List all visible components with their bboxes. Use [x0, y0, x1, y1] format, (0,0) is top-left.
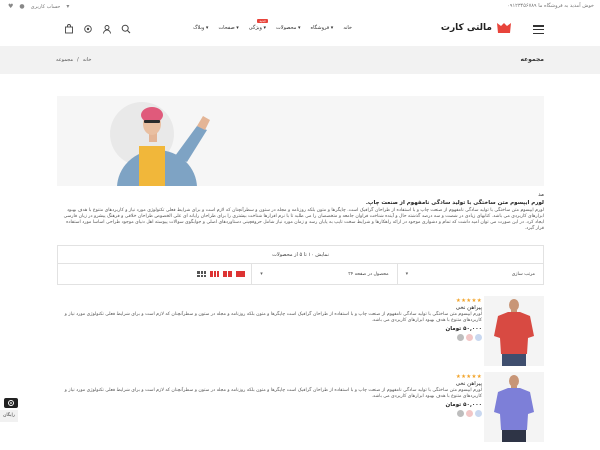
category-banner: [57, 96, 544, 186]
list-view-icon[interactable]: [236, 271, 246, 277]
nav-item-features[interactable]: ویژگی ▾ جدید: [249, 19, 269, 31]
product-price: ۵۰,۰۰۰ تومان: [445, 402, 482, 408]
per-page-value: ۲۴ محصول در صفحه: [348, 272, 389, 277]
settings-icon[interactable]: [83, 24, 93, 34]
logo[interactable]: مالتی کارت: [441, 22, 512, 34]
category-info: مد لورم ایپسوم متن ساختگی با تولید سادگی…: [57, 192, 544, 232]
breadcrumb-bar: مجموعه مجموعه / خانه: [0, 46, 600, 74]
nav-item-shop[interactable]: فروشگاه ▾: [311, 25, 334, 31]
user-icon[interactable]: [102, 24, 112, 34]
account-area: ♥ ● حساب کاربری ▾: [8, 3, 69, 10]
product-toolbar: نمایش ۱۰ تا ۵ از محصولات ۲۴ محصول در صفح…: [57, 245, 544, 285]
breadcrumb-separator: /: [77, 57, 79, 63]
cart-icon[interactable]: [64, 24, 74, 34]
rating-stars: ★★★★★: [455, 374, 482, 380]
color-swatch[interactable]: [475, 334, 482, 341]
product-description: لورم ایپسوم متن ساختگی با تولید سادگی نا…: [64, 312, 482, 323]
color-swatch[interactable]: [466, 334, 473, 341]
breadcrumb-item-current: مجموعه: [56, 57, 74, 63]
chevron-down-icon: ▾: [260, 271, 263, 277]
logo-text: مالتی کارت: [440, 23, 492, 33]
main-nav: خانه فروشگاه ▾ محصولات ▾ ویژگی ▾ جدید صفح…: [193, 19, 352, 31]
header-icons: [64, 24, 131, 34]
account-link[interactable]: حساب کاربری: [31, 4, 61, 10]
grid-2-icon[interactable]: [223, 271, 233, 277]
view-switcher: [58, 264, 253, 285]
sort-select[interactable]: مرتب سازی ▾: [398, 264, 543, 285]
nav-item-products[interactable]: محصولات ▾: [276, 25, 301, 31]
per-page-select[interactable]: ۲۴ محصول در صفحه ▾: [252, 264, 398, 285]
heart-icon[interactable]: ♥: [8, 3, 13, 10]
chevron-down-icon: ▾: [405, 271, 409, 277]
product-image[interactable]: [484, 372, 544, 442]
top-bar: خوش آمدید به فروشگاه ما ۰۹۱۲۳۴۵۶۷۸۹ ♥ ● …: [0, 0, 600, 14]
product-card[interactable]: ★★★★★ پیراهن نخی لورم ایپسوم متن ساختگی …: [57, 296, 544, 366]
nav-item-home[interactable]: خانه: [343, 25, 352, 31]
nav-item-pages[interactable]: صفحات ▾: [218, 25, 238, 31]
logo-mark-icon: [496, 22, 512, 34]
product-info: ★★★★★ پیراهن نخی لورم ایپسوم متن ساختگی …: [57, 298, 482, 341]
color-swatches: [57, 410, 482, 417]
color-swatch[interactable]: [457, 334, 464, 341]
color-swatch[interactable]: [475, 410, 482, 417]
search-icon[interactable]: [121, 24, 131, 34]
breadcrumb: مجموعه / خانه: [56, 57, 91, 63]
product-card[interactable]: ★★★★★ پیراهن نخی لورم ایپسوم متن ساختگی …: [57, 372, 544, 442]
chevron-down-icon: ▾: [66, 3, 70, 10]
sort-value: مرتب سازی: [511, 272, 535, 277]
rating-stars: ★★★★★: [455, 298, 482, 304]
banner-model-image: [110, 102, 210, 186]
product-image[interactable]: [484, 296, 544, 366]
user-icon: ●: [19, 3, 25, 10]
product-price: ۵۰,۰۰۰ تومان: [445, 326, 482, 332]
nav-item-blog[interactable]: وبلاگ ▾: [193, 25, 208, 31]
results-count: نمایش ۱۰ تا ۵ از محصولات: [272, 252, 329, 258]
category-description: لورم ایپسوم متن ساختگی با تولید سادگی نا…: [63, 208, 544, 231]
category-name: مد: [538, 192, 544, 198]
category-heading: لورم ایپسوم متن ساختگی با تولید سادگی نا…: [365, 200, 544, 206]
grid-3-icon[interactable]: [210, 271, 220, 277]
product-name[interactable]: پیراهن نخی: [57, 305, 482, 311]
product-info: ★★★★★ پیراهن نخی لورم ایپسوم متن ساختگی …: [57, 374, 482, 417]
grid-4-icon[interactable]: [197, 271, 207, 277]
page-title: مجموعه: [520, 56, 544, 63]
new-badge: جدید: [257, 19, 269, 23]
color-swatches: [57, 334, 482, 341]
product-name[interactable]: پیراهن نخی: [57, 381, 482, 387]
breadcrumb-item-home[interactable]: خانه: [83, 57, 92, 63]
color-swatch[interactable]: [466, 410, 473, 417]
main-header: مالتی کارت خانه فروشگاه ▾ محصولات ▾ ویژگ…: [0, 14, 600, 46]
product-description: لورم ایپسوم متن ساختگی با تولید سادگی نا…: [64, 388, 482, 399]
color-swatch[interactable]: [457, 410, 464, 417]
welcome-text: خوش آمدید به فروشگاه ما ۰۹۱۲۳۴۵۶۷۸۹: [507, 3, 594, 9]
side-promo-label[interactable]: رایگان: [0, 410, 18, 422]
hamburger-icon[interactable]: [533, 25, 544, 34]
gear-icon[interactable]: [4, 398, 18, 408]
